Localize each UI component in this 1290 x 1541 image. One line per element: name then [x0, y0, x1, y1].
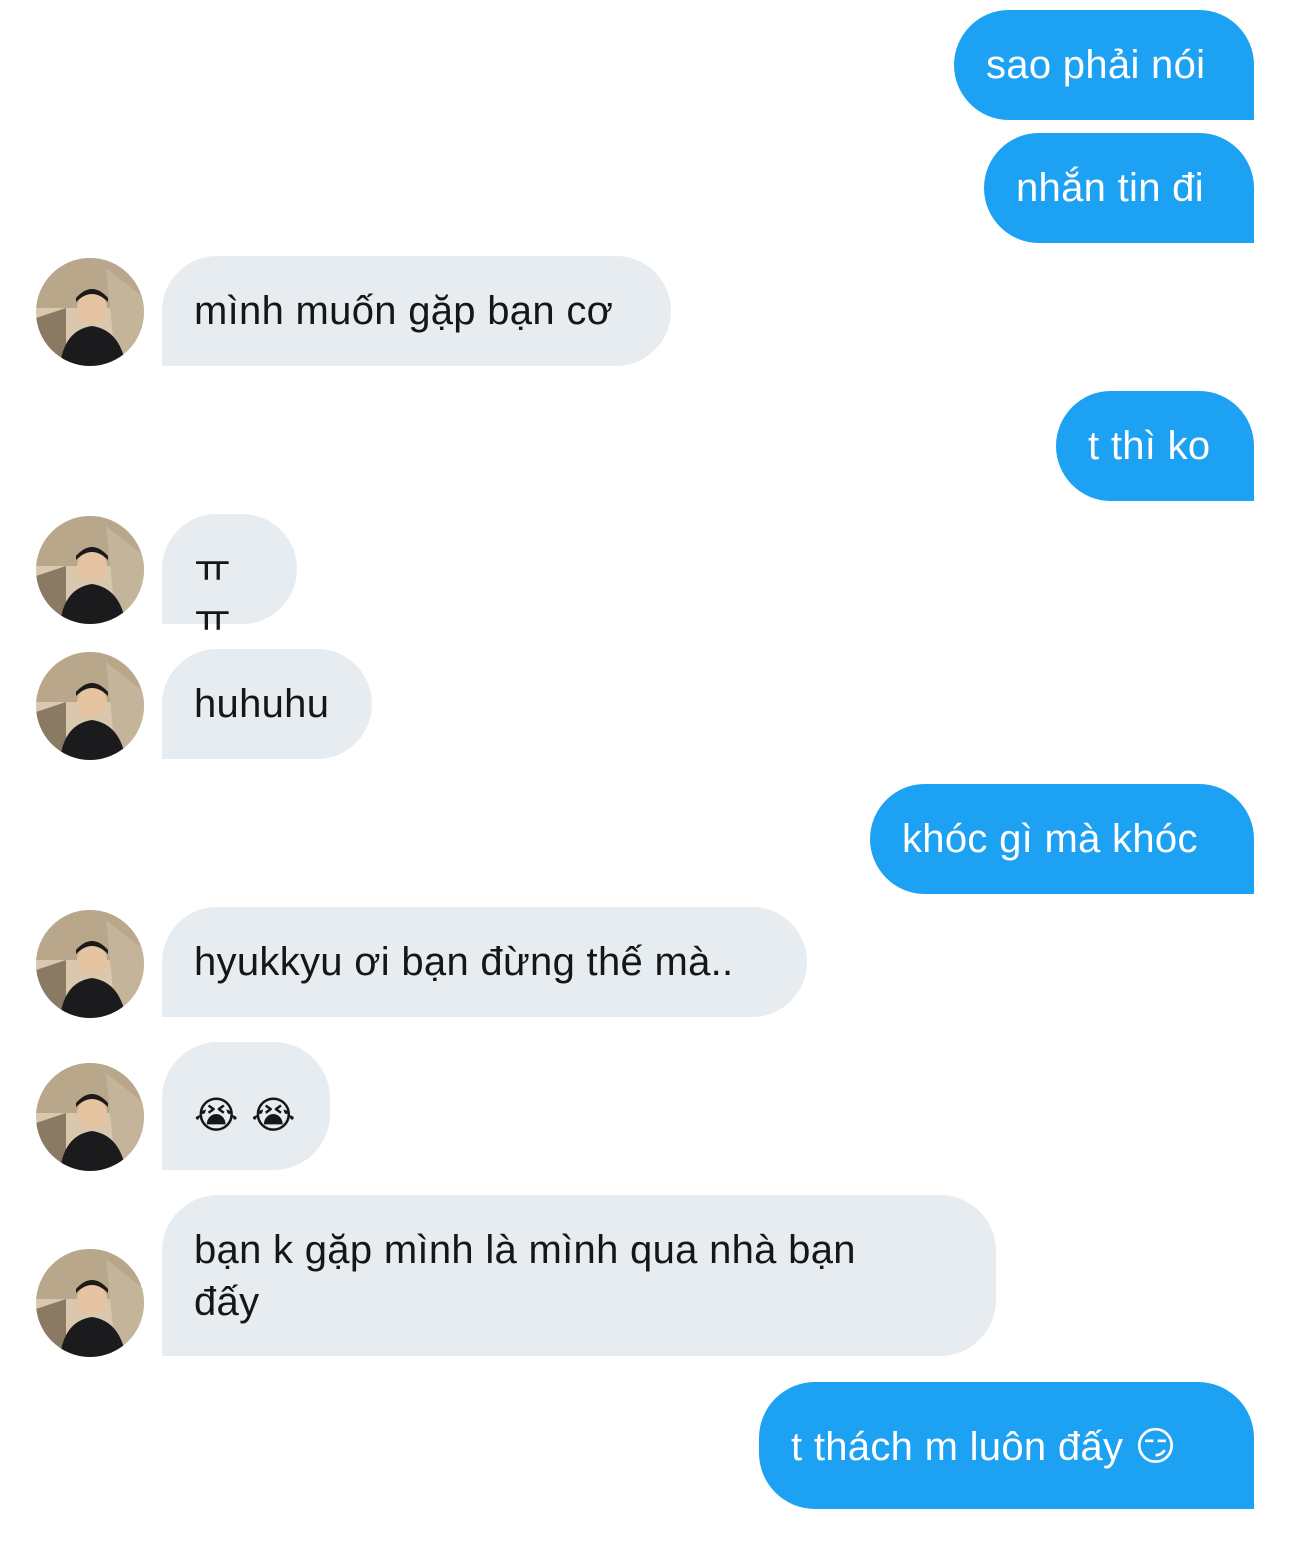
- message-text: hyukkyu ơi bạn đừng thế mà..: [194, 940, 734, 984]
- avatar-photo-icon: [36, 258, 144, 366]
- sent-message-bubble[interactable]: khóc gì mà khóc: [870, 784, 1254, 894]
- message-text: nhắn tin đi: [1016, 166, 1204, 210]
- sent-message-bubble[interactable]: sao phải nói: [954, 10, 1254, 120]
- avatar-photo-icon: [36, 910, 144, 1018]
- received-message-bubble[interactable]: huhuhu: [162, 649, 372, 759]
- avatar-photo-icon: [36, 1063, 144, 1171]
- sent-message-bubble[interactable]: t thì ko: [1056, 391, 1254, 501]
- received-message-bubble[interactable]: ㅠㅠ: [162, 514, 297, 641]
- contact-avatar[interactable]: [36, 1063, 144, 1171]
- received-message-bubble[interactable]: mình muốn gặp bạn cơ: [162, 256, 671, 366]
- contact-avatar[interactable]: [36, 652, 144, 760]
- message-text: t thì ko: [1088, 424, 1211, 468]
- contact-avatar[interactable]: [36, 258, 144, 366]
- message-text: huhuhu: [194, 682, 330, 726]
- avatar-photo-icon: [36, 516, 144, 624]
- sent-message-bubble[interactable]: nhắn tin đi: [984, 133, 1254, 243]
- contact-avatar[interactable]: [36, 1249, 144, 1357]
- message-text: ㅠㅠ: [194, 547, 232, 641]
- message-text: khóc gì mà khóc: [902, 817, 1198, 861]
- avatar-photo-icon: [36, 652, 144, 760]
- received-message-bubble[interactable]: hyukkyu ơi bạn đừng thế mà..: [162, 907, 807, 1017]
- crying-emoji-message: 😭 😭: [194, 1093, 296, 1137]
- received-message-bubble[interactable]: 😭 😭: [162, 1042, 330, 1170]
- contact-avatar[interactable]: [36, 516, 144, 624]
- message-text: bạn k gặp mình là mình qua nhà bạn đấy: [194, 1228, 856, 1324]
- contact-avatar[interactable]: [36, 910, 144, 1018]
- message-text: t thách m luôn đấy 😏: [791, 1425, 1177, 1469]
- avatar-photo-icon: [36, 1249, 144, 1357]
- received-message-bubble[interactable]: bạn k gặp mình là mình qua nhà bạn đấy: [162, 1195, 996, 1356]
- message-text: mình muốn gặp bạn cơ: [194, 289, 614, 333]
- message-text: sao phải nói: [986, 43, 1206, 87]
- sent-message-bubble[interactable]: t thách m luôn đấy 😏: [759, 1382, 1254, 1509]
